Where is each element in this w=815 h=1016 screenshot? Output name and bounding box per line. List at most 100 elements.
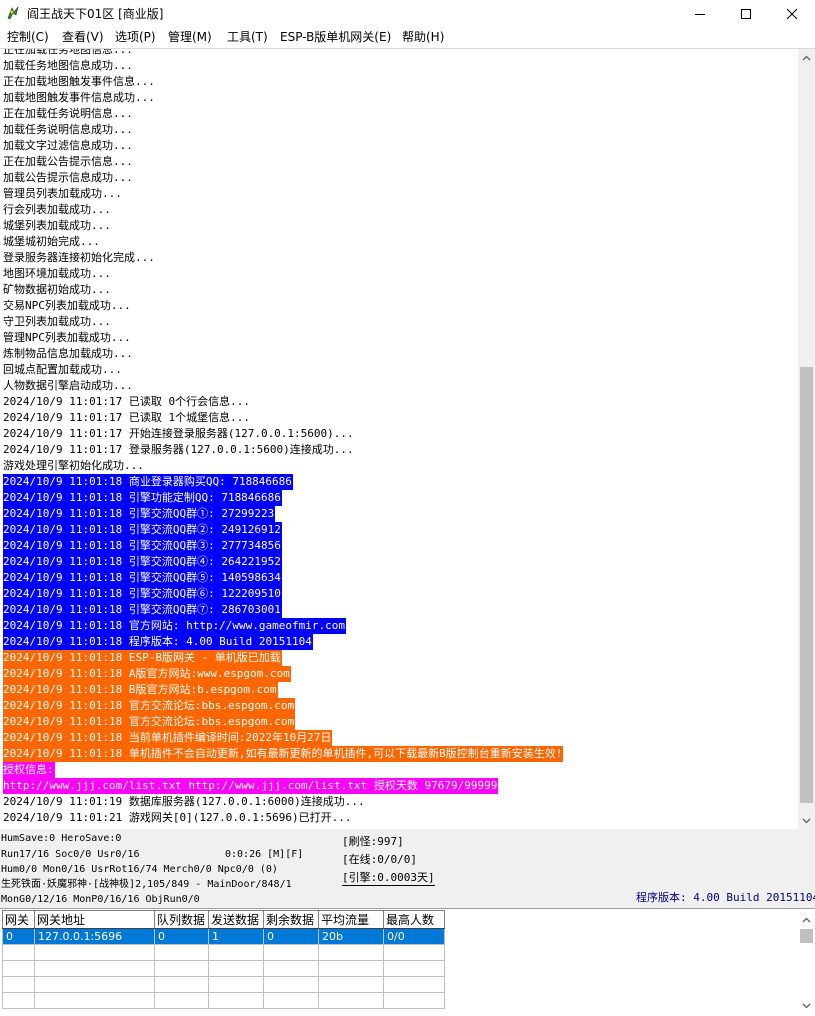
log-line: 2024/10/9 11:01:18 B版官方网站:b.espgom.com (3, 682, 563, 698)
gateway-scrollbar[interactable] (798, 909, 815, 1015)
scroll-down-button[interactable] (798, 812, 815, 829)
table-cell (208, 960, 264, 977)
log-line-text: 地图环境加载成功... (3, 267, 111, 280)
table-cell (2, 960, 35, 977)
log-line-text: 2024/10/9 11:01:18 引擎交流QQ群②: 249126912 (3, 522, 282, 538)
col-gateway-address[interactable]: 网关地址 (34, 910, 155, 929)
gateway-panel: 网关 网关地址 队列数据 发送数据 剩余数据 平均流量 最高人数 0 127.0.… (0, 908, 815, 1016)
gateway-scroll-down-button[interactable] (798, 997, 815, 1014)
log-line-text: 授权信息: (3, 762, 55, 778)
close-button[interactable] (769, 0, 815, 28)
log-line-text: 2024/10/9 11:01:18 引擎交流QQ群⑦: 286703001 (3, 602, 282, 618)
menu-tools[interactable]: 工具(T) (225, 29, 270, 45)
status-panel: HumSave:0 HeroSave:0 Run17/16 Soc0/0 Usr… (0, 829, 815, 907)
log-line-text: 2024/10/9 11:01:18 引擎交流QQ群⑥: 122209510 (3, 586, 282, 602)
log-panel[interactable]: 正在加载任务地图信息... 加载任务地图信息成功... 正在加载地图触发事件信息..… (0, 48, 815, 830)
log-line-text: 加载任务说明信息成功... (3, 123, 133, 136)
log-line-text: 守卫列表加载成功... (3, 315, 111, 328)
log-line: 守卫列表加载成功... (3, 314, 563, 330)
scroll-thumb[interactable] (800, 367, 813, 803)
menu-help[interactable]: 帮助(H) (400, 29, 446, 45)
table-row[interactable] (2, 960, 445, 977)
log-line: 2024/10/9 11:01:21 游戏网关[0](127.0.0.1:569… (3, 810, 563, 826)
col-queue-data[interactable]: 队列数据 (154, 910, 209, 929)
menu-esp-gateway[interactable]: ESP-B版单机网关(E) (278, 29, 393, 45)
log-line-text: 行会列表加载成功... (3, 203, 111, 216)
log-line-text: 2024/10/9 11:01:18 单机插件不会自动更新,如有最新更新的单机插… (3, 746, 564, 762)
table-row[interactable]: 0 127.0.0.1:5696 0 1 0 20b 0/0 (2, 928, 445, 945)
run-stat: Run17/16 Soc0/0 Usr0/16 (1, 849, 140, 860)
menu-options[interactable]: 选项(P) (113, 29, 158, 45)
log-line: 2024/10/9 11:01:18 引擎交流QQ群①: 27299223 (3, 506, 563, 522)
table-cell (383, 960, 445, 977)
table-cell (263, 992, 319, 1009)
log-line: 加载文字过滤信息成功... (3, 138, 563, 154)
table-cell (383, 992, 445, 1009)
gateway-scroll-thumb[interactable] (800, 929, 813, 943)
col-remaining-data[interactable]: 剩余数据 (263, 910, 319, 929)
table-cell (263, 960, 319, 977)
maximize-button[interactable] (723, 0, 769, 28)
log-line: http://www.jjj.com/list.txt http://www.j… (3, 778, 563, 794)
log-line-text: 2024/10/9 11:01:18 引擎交流QQ群③: 277734856 (3, 538, 282, 554)
table-cell: 1 (208, 928, 264, 945)
log-line-text: 矿物数据初始成功... (3, 283, 111, 296)
window-title: 阎王战天下01区 [商业版] (27, 7, 164, 21)
refresh-monster-stat: [刷怪:997] (342, 835, 404, 848)
table-cell (154, 992, 209, 1009)
col-avg-traffic[interactable]: 平均流量 (318, 910, 384, 929)
col-max-users[interactable]: 最高人数 (383, 910, 445, 929)
scroll-up-button[interactable] (798, 49, 815, 66)
log-line-text: 正在加载任务说明信息... (3, 107, 133, 120)
log-line-text: 正在加载公告提示信息... (3, 155, 133, 168)
table-cell: 0 (2, 928, 35, 945)
log-line-text: 2024/10/9 11:01:18 当前单机插件编译时间:2022年10月27… (3, 730, 333, 746)
gateway-table: 网关 网关地址 队列数据 发送数据 剩余数据 平均流量 最高人数 0 127.0.… (2, 910, 445, 1009)
gateway-scroll-up-button[interactable] (798, 911, 815, 928)
log-line: 2024/10/9 11:01:18 引擎交流QQ群⑦: 286703001 (3, 602, 563, 618)
table-cell (208, 992, 264, 1009)
menu-control[interactable]: 控制(C) (5, 29, 51, 45)
table-cell: 0 (154, 928, 209, 945)
log-line: 回城点配置加载成功... (3, 362, 563, 378)
log-line: 人物数据引擎启动成功... (3, 378, 563, 394)
table-cell (34, 976, 155, 993)
table-cell: 127.0.0.1:5696 (34, 928, 155, 945)
table-row[interactable] (2, 992, 445, 1009)
menu-view[interactable]: 查看(V) (60, 29, 106, 45)
log-line-text: 回城点配置加载成功... (3, 363, 122, 376)
log-line: 2024/10/9 11:01:18 单机插件不会自动更新,如有最新更新的单机插… (3, 746, 564, 762)
col-sent-data[interactable]: 发送数据 (208, 910, 264, 929)
table-cell (208, 944, 264, 961)
log-line-text: 2024/10/9 11:01:21 游戏网关[0](127.0.0.1:569… (3, 811, 352, 824)
log-line-text: 2024/10/9 11:01:17 登录服务器(127.0.0.1:5600)… (3, 443, 354, 456)
table-cell (34, 992, 155, 1009)
log-scrollbar[interactable] (798, 49, 815, 829)
menu-manage[interactable]: 管理(M) (166, 29, 214, 45)
log-line: 2024/10/9 11:01:19 数据库服务器(127.0.0.1:6000… (3, 794, 563, 810)
log-line-text: 交易NPC列表加载成功... (3, 299, 131, 312)
log-line: 正在加载地图触发事件信息... (3, 74, 563, 90)
log-line: 交易NPC列表加载成功... (3, 298, 563, 314)
table-cell (34, 944, 155, 961)
log-line: 2024/10/9 11:01:18 引擎交流QQ群②: 249126912 (3, 522, 563, 538)
table-cell (2, 992, 35, 1009)
table-cell: 0/0 (383, 928, 445, 945)
log-line: 2024/10/9 11:01:18 官方网站: http://www.game… (3, 618, 563, 634)
table-cell (34, 960, 155, 977)
log-line: 2024/10/9 11:01:17 已读取 1个城堡信息... (3, 410, 563, 426)
table-cell (263, 944, 319, 961)
col-gateway[interactable]: 网关 (2, 910, 35, 929)
log-line: 2024/10/9 11:01:18 当前单机插件编译时间:2022年10月27… (3, 730, 563, 746)
log-line-text: 登录服务器连接初始化完成... (3, 251, 155, 264)
table-row[interactable] (2, 944, 445, 961)
log-line: 加载任务说明信息成功... (3, 122, 563, 138)
log-line: 登录服务器连接初始化完成... (3, 250, 563, 266)
table-row[interactable] (2, 976, 445, 993)
log-line: 2024/10/9 11:01:18 官方交流论坛:bbs.espgom.com (3, 698, 563, 714)
minimize-button[interactable] (677, 0, 723, 28)
log-line: 2024/10/9 11:01:18 官方交流论坛:bbs.espgom.com (3, 714, 563, 730)
log-line-text: 2024/10/9 11:01:18 官方交流论坛:bbs.espgom.com (3, 698, 296, 714)
log-line-text: 城堡城初始完成... (3, 235, 100, 248)
log-line-text: 加载地图触发事件信息成功... (3, 91, 155, 104)
